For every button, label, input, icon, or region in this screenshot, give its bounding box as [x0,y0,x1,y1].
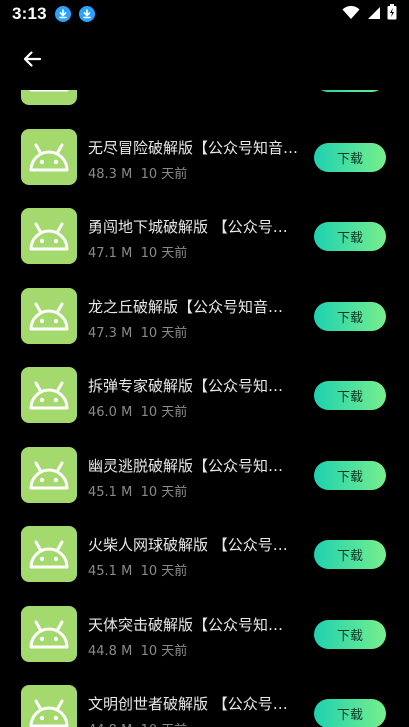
android-icon [21,128,77,185]
android-icon [21,685,77,727]
download-button[interactable]: 下载 [314,699,386,727]
app-meta: 44.8 M 10 天前 [88,719,187,727]
app-list[interactable]: 无尽冒险破解版【公众号知音… 48.3 M 10 天前 下载 勇闯地下城破解版 … [0,90,409,727]
list-item[interactable]: 文明创世者破解版 【公众号… 44.8 M 10 天前 下载 [0,672,409,727]
app-date: 10 天前 [140,166,188,182]
app-date: 10 天前 [140,564,188,579]
list-item[interactable]: 勇闯地下城破解版 【公众号… 47.1 M 10 天前 下载 [0,195,409,275]
app-name: 无尽冒险破解版【公众号知音… [88,138,298,157]
signal-icon [366,5,381,24]
app-name: 拆弹专家破解版【公众号知… [88,377,284,395]
download-button[interactable]: 下载 [314,222,386,251]
android-icon [21,526,77,582]
app-size: 44.8 M [88,723,132,727]
app-size: 46.0 M [88,405,133,420]
download-button[interactable]: 下载 [314,540,386,569]
download-button[interactable] [314,90,386,92]
list-item[interactable]: 龙之丘破解版【公众号知音… 47.3 M 10 天前 下载 [0,275,409,355]
app-meta: 44.8 M 10 天前 [88,640,187,659]
app-list-content: 无尽冒险破解版【公众号知音… 48.3 M 10 天前 下载 勇闯地下城破解版 … [0,90,409,727]
status-left: 3:13 [12,4,95,24]
app-date: 10 天前 [140,405,188,420]
android-icon [21,605,77,662]
app-size: 47.1 M [88,246,133,261]
app-date: 10 天前 [140,643,188,659]
app-name: 火柴人网球破解版 【公众号… [88,536,288,554]
download-button[interactable]: 下载 [314,301,386,331]
download-button[interactable]: 下载 [314,460,386,490]
app-name: 幽灵逃脱破解版【公众号知… [88,456,284,475]
list-item[interactable]: 拆弹专家破解版【公众号知… 46.0 M 10 天前 下载 [0,354,409,434]
list-item[interactable]: 无尽冒险破解版【公众号知音… 48.3 M 10 天前 下载 [0,116,409,196]
app-name: 勇闯地下城破解版 【公众号… [88,218,288,236]
list-item[interactable]: 天体突击破解版【公众号知… 44.8 M 10 天前 下载 [0,593,409,673]
list-item[interactable] [0,90,409,116]
download-notification-icon [54,6,71,22]
app-name: 天体突击破解版【公众号知… [88,615,284,634]
android-icon [21,287,77,344]
android-icon [21,446,77,503]
app-name: 龙之丘破解版【公众号知音… [88,297,284,316]
app-size: 44.8 M [88,643,133,659]
app-bar [0,28,409,90]
app-size: 47.3 M [88,325,133,341]
app-meta: 47.3 M 10 天前 [88,322,187,341]
app-meta: 48.3 M 10 天前 [88,163,187,182]
app-meta [88,90,96,98]
list-item[interactable]: 幽灵逃脱破解版【公众号知… 45.1 M 10 天前 下载 [0,434,409,514]
wifi-icon [342,5,360,24]
arrow-left-icon [23,51,42,67]
download-notification-icon [78,6,95,22]
download-button[interactable]: 下载 [314,619,386,649]
android-icon [21,208,77,264]
status-time: 3:13 [12,4,47,23]
app-size: 45.1 M [88,484,133,500]
app-date: 10 天前 [140,246,188,261]
app-meta: 45.1 M 10 天前 [88,560,187,579]
back-button[interactable] [10,37,54,81]
list-item[interactable]: 火柴人网球破解版 【公众号… 45.1 M 10 天前 下载 [0,513,409,593]
status-right [342,4,397,24]
app-date: 10 天前 [140,325,188,341]
app-meta: 47.1 M 10 天前 [88,242,187,261]
download-button[interactable]: 下载 [314,381,386,410]
app-date: 10 天前 [141,723,188,727]
app-name: 文明创世者破解版 【公众号… [88,695,288,713]
battery-charging-icon [387,4,397,24]
android-icon [21,367,77,423]
app-size: 45.1 M [88,564,133,579]
android-icon [21,90,77,105]
status-bar: 3:13 [0,0,409,28]
app-meta: 46.0 M 10 天前 [88,401,187,420]
download-button[interactable]: 下载 [314,142,386,172]
app-size: 48.3 M [88,166,133,182]
app-meta: 45.1 M 10 天前 [88,481,187,500]
app-date: 10 天前 [140,484,188,500]
